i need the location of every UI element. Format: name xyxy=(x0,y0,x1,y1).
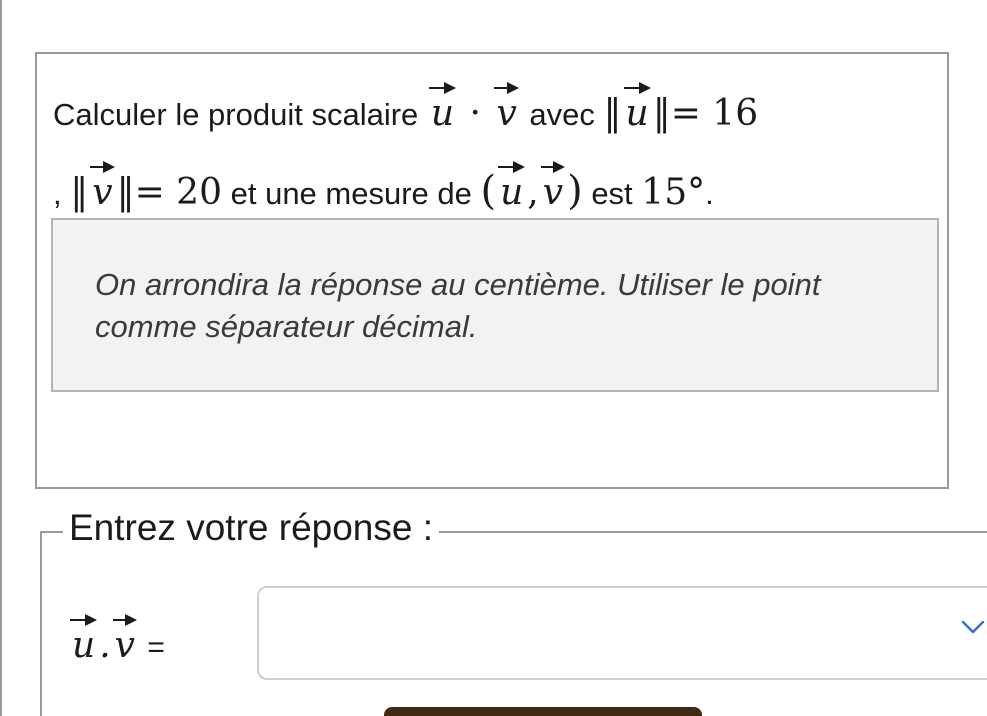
question-line-2: , ‖ v ‖= 20 et une mesure de (u, v) est 15°… xyxy=(53,161,714,214)
norm-v-value: = 20 xyxy=(134,172,222,213)
rounding-note-text: On arrondira la réponse au centième. Uti… xyxy=(95,267,821,344)
rounding-note-box: On arrondira la réponse au centième. Uti… xyxy=(51,218,939,392)
answer-vector-u: u xyxy=(68,614,99,666)
question-middle-text: et une mesure de xyxy=(222,176,481,211)
submit-button[interactable] xyxy=(384,707,702,716)
leading-comma: , xyxy=(53,176,71,211)
page-edge-divider xyxy=(0,0,2,716)
question-line-1: Calculer le produit scalaire u · v avec … xyxy=(53,82,759,135)
vector-v: v xyxy=(492,82,520,134)
angle-separator: , xyxy=(527,172,539,213)
norm-u-value: = 16 xyxy=(670,93,759,134)
norm-open: ‖ xyxy=(70,172,89,213)
question-avec: avec xyxy=(520,97,604,132)
paren-close: ) xyxy=(567,168,583,214)
question-period: . xyxy=(705,176,714,211)
question-prefix: Calculer le produit scalaire xyxy=(53,97,427,132)
vector-u: u xyxy=(427,82,458,134)
answer-vector-v: v xyxy=(111,614,139,666)
angle-vector-v: v xyxy=(539,161,567,213)
norm-close: ‖ xyxy=(652,93,671,134)
answer-dropdown[interactable] xyxy=(257,586,987,680)
vector-u-norm: u xyxy=(622,82,653,134)
answer-dot: . xyxy=(99,625,111,666)
chevron-down-icon xyxy=(961,620,985,634)
answer-legend: Entrez votre réponse : xyxy=(63,504,440,552)
vector-v-norm: v xyxy=(88,161,116,213)
dot-operator: · xyxy=(458,93,493,134)
angle-value: 15° xyxy=(641,172,706,213)
paren-open: ( xyxy=(480,168,497,214)
norm-close: ‖ xyxy=(116,172,135,213)
question-panel: Calculer le produit scalaire u · v avec … xyxy=(35,52,949,489)
answer-label: u.v = xyxy=(68,614,165,668)
answer-equals: = xyxy=(138,631,165,664)
question-est: est xyxy=(582,176,642,211)
angle-vector-u: u xyxy=(496,161,527,213)
norm-open: ‖ xyxy=(603,93,622,134)
